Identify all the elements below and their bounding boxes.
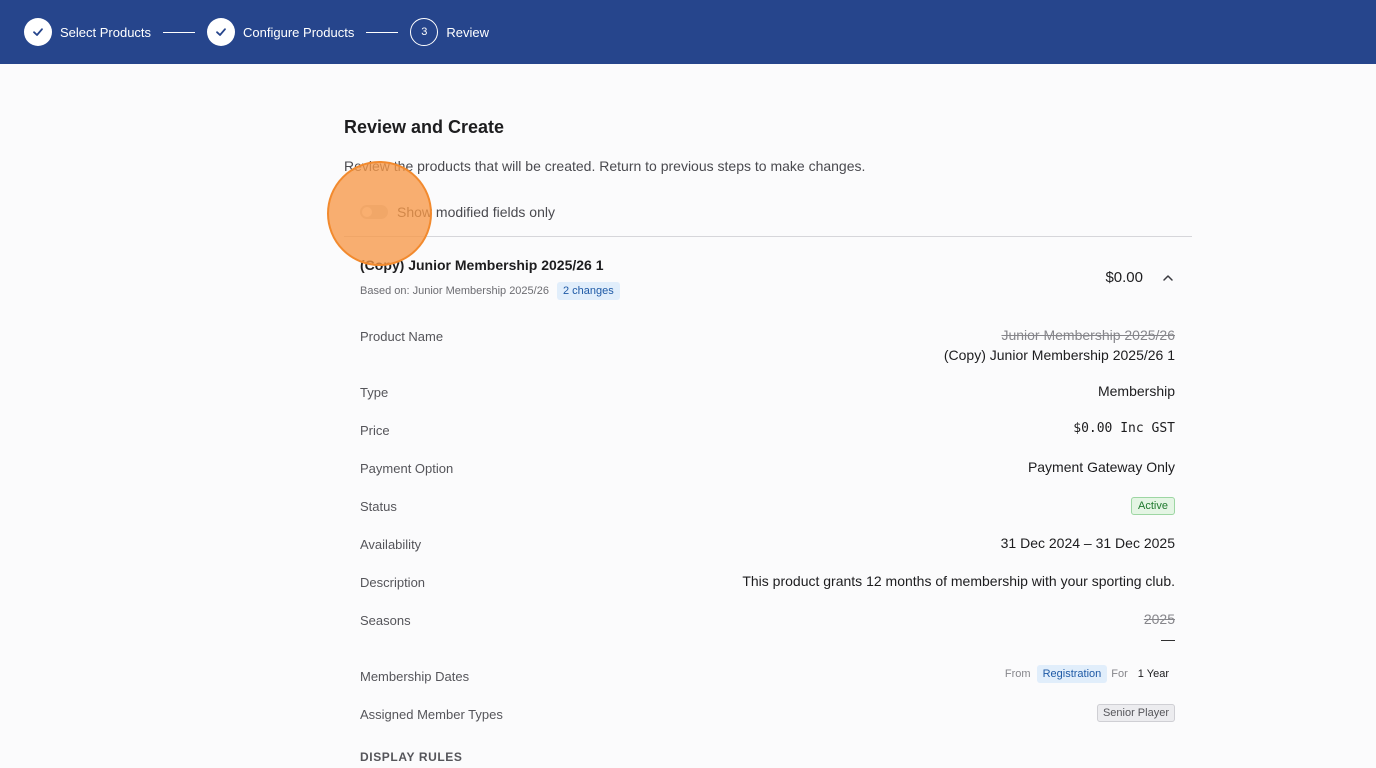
new-value: — [1161, 631, 1175, 647]
step-label: Configure Products [243, 24, 355, 40]
based-on-text: Based on: Junior Membership 2025/26 [360, 285, 549, 297]
step-number: 3 [410, 18, 439, 46]
page-subtitle: Review the products that will be created… [344, 158, 866, 174]
field-label: Seasons [360, 613, 411, 628]
member-types-value: Senior Player [1096, 703, 1175, 722]
field-value: 31 Dec 2024 – 31 Dec 2025 [1000, 535, 1175, 551]
product-price: $0.00 [1105, 269, 1143, 286]
membership-dates-value: From Registration For 1 Year [1005, 665, 1175, 683]
check-icon [24, 18, 52, 46]
field-label: Description [360, 575, 426, 590]
stepper-bar: Select Products Configure Products 3 Rev… [0, 0, 1376, 64]
display-rules-heading: DISPLAY RULES [360, 750, 463, 764]
field-label: Product Name [360, 329, 444, 344]
old-value: 2025 [1143, 611, 1175, 627]
check-icon [207, 18, 236, 46]
registration-badge: Registration [1036, 665, 1108, 683]
field-label: Price [360, 423, 390, 438]
field-label: Membership Dates [360, 669, 470, 684]
step-connector [163, 31, 196, 33]
changes-badge: 2 changes [556, 282, 620, 300]
field-label: Status [360, 499, 397, 514]
new-value: (Copy) Junior Membership 2025/26 1 [943, 347, 1175, 363]
old-value: Junior Membership 2025/26 [1001, 327, 1175, 343]
product-title: (Copy) Junior Membership 2025/26 1 [360, 257, 604, 273]
field-label: Availability [360, 537, 422, 552]
step-review[interactable]: 3 Review [410, 18, 489, 46]
based-on-row: Based on: Junior Membership 2025/26 2 ch… [360, 282, 620, 300]
toggle-knob [362, 207, 372, 217]
chevron-up-icon[interactable] [1160, 270, 1176, 286]
step-label: Review [446, 24, 489, 40]
divider [344, 236, 1192, 237]
field-label: Type [360, 385, 389, 400]
field-label: Assigned Member Types [360, 707, 503, 722]
from-label: From [1004, 668, 1031, 680]
modified-only-toggle[interactable] [360, 205, 388, 219]
step-configure-products[interactable]: Configure Products [207, 18, 354, 46]
field-value: This product grants 12 months of members… [742, 573, 1175, 589]
status-value: Active [1131, 496, 1175, 515]
status-badge: Active [1131, 497, 1175, 515]
field-value: Membership [1097, 383, 1175, 399]
member-type-badge: Senior Player [1096, 704, 1175, 722]
field-value: $0.00 Inc GST [1073, 421, 1175, 436]
field-label: Payment Option [360, 461, 454, 476]
membership-dates: From Registration For 1 Year [1005, 665, 1175, 683]
page-title: Review and Create [344, 117, 505, 137]
step-select-products[interactable]: Select Products [24, 18, 151, 46]
toggle-label: Show modified fields only [397, 204, 555, 220]
duration-value: 1 Year [1137, 668, 1169, 680]
modified-only-toggle-row[interactable]: Show modified fields only [360, 204, 555, 220]
field-value: Payment Gateway Only [1027, 459, 1175, 475]
step-label: Select Products [60, 24, 152, 40]
step-connector [366, 31, 399, 33]
for-label: For [1111, 668, 1128, 680]
